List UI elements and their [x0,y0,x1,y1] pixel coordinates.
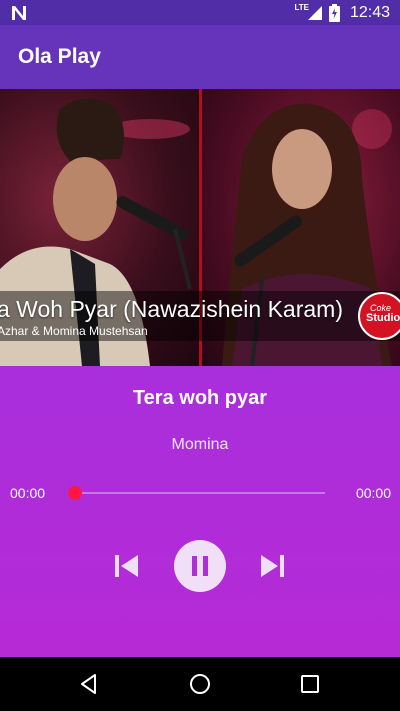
app-bar: Ola Play [0,25,400,89]
network-label: LTE [294,3,309,12]
pause-button[interactable] [174,540,226,592]
home-icon[interactable] [189,673,211,695]
status-time: 12:43 [349,3,390,21]
recents-icon[interactable] [300,674,320,694]
album-caption-title: a Woh Pyar (Nawazishein Karam) [0,296,343,322]
previous-button[interactable] [112,552,140,580]
app-title: Ola Play [18,45,101,68]
skip-next-icon [261,555,284,577]
status-icons: LTE 12:43 [294,0,390,25]
pause-icon [192,556,208,576]
duration-time: 00:00 [355,485,391,501]
elapsed-time: 00:00 [10,485,46,501]
battery-icon [328,3,340,22]
signal-icon [307,5,322,20]
coke-studio-logo: Coke Studio [358,292,400,340]
next-button[interactable] [259,552,287,580]
status-bar: LTE 12:43 [0,0,400,25]
back-icon[interactable] [78,673,100,695]
notification-n-icon [12,6,26,20]
playback-controls [0,539,400,593]
skip-previous-icon [115,555,138,577]
album-caption-subtitle: Azhar & Momina Mustehsan [0,324,148,338]
player-content: a Woh Pyar (Nawazishein Karam) Azhar & M… [0,89,400,657]
seek-thumb[interactable] [68,486,82,500]
system-nav-bar [0,657,400,711]
artist-name: Momina [171,436,229,453]
seek-bar[interactable] [75,492,325,494]
logo-text-bottom: Studio [366,312,400,324]
album-art: a Woh Pyar (Nawazishein Karam) Azhar & M… [0,89,400,366]
song-title: Tera woh pyar [132,387,268,409]
